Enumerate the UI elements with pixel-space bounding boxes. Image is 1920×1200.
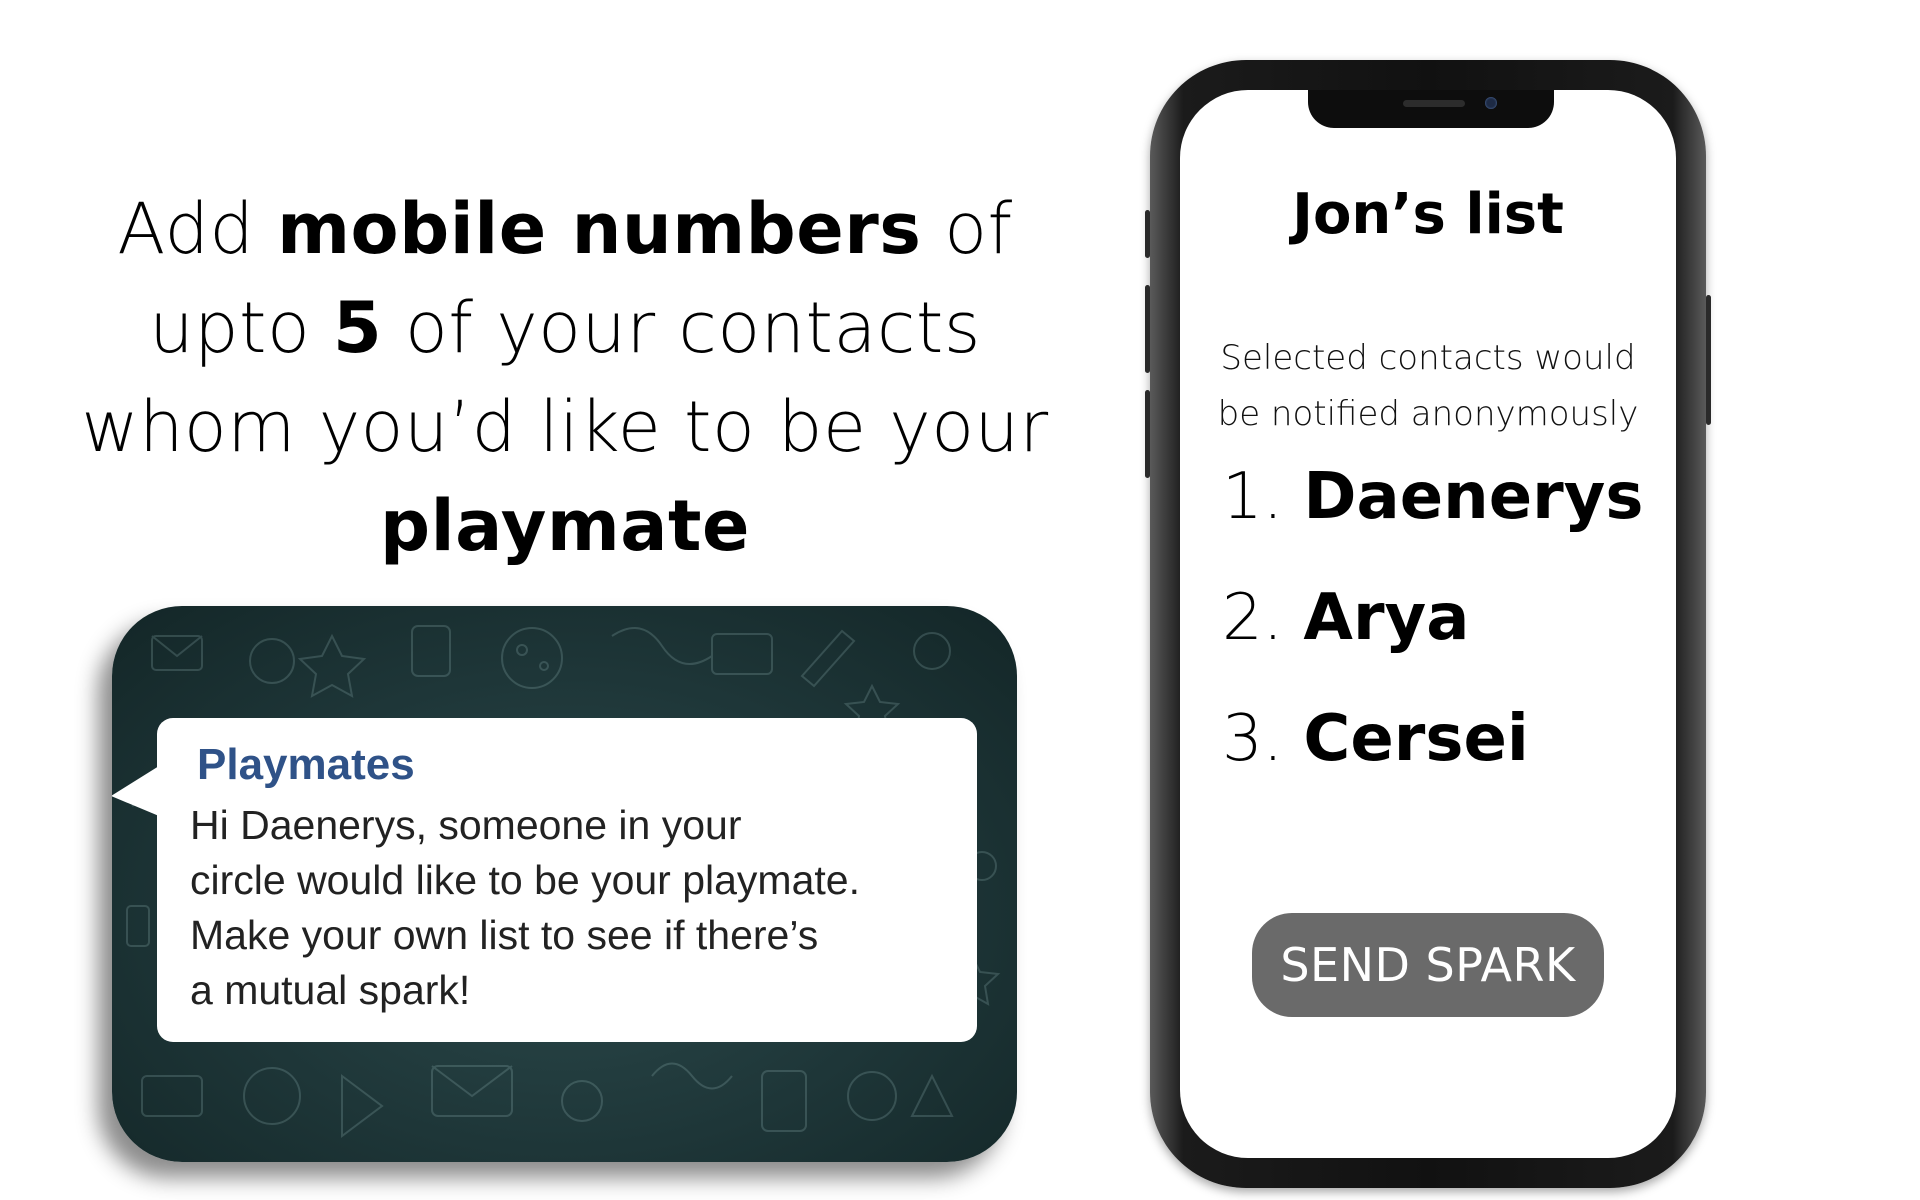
headline-emphasis-count: 5 — [333, 287, 383, 369]
contact-item[interactable]: 3. Cersei — [1222, 702, 1643, 823]
headline-emphasis-mobile-numbers: mobile numbers — [277, 188, 922, 270]
phone-mockup: Jon’s list Selected contacts would be no… — [1145, 60, 1711, 1188]
camera-icon — [1485, 97, 1497, 109]
notification-message: Hi Daenerys, someone in your circle woul… — [190, 798, 970, 1018]
notification-message-line: Hi Daenerys, someone in your — [190, 802, 742, 848]
contact-number: 2. — [1222, 581, 1304, 655]
phone-notch — [1308, 90, 1554, 128]
contact-name: Daenerys — [1303, 460, 1644, 534]
contact-item[interactable]: 1. Daenerys — [1222, 460, 1643, 581]
notification-app-name: Playmates — [197, 740, 415, 789]
notification-message-line: circle would like to be your playmate. — [190, 857, 860, 903]
list-title: Jon’s list — [1292, 182, 1564, 247]
send-spark-button[interactable]: SEND SPARK — [1252, 913, 1604, 1017]
headline-emphasis-playmate: playmate — [380, 485, 750, 567]
speaker-icon — [1403, 100, 1465, 107]
contact-list: 1. Daenerys 2. Arya 3. Cersei — [1222, 460, 1643, 823]
notification-message-line: Make your own list to see if there’s — [190, 912, 819, 958]
contact-name: Cersei — [1303, 702, 1529, 776]
headline-line-2: upto 5 of your contacts — [149, 287, 981, 369]
phone-volume-up-button — [1145, 285, 1150, 373]
phone-silent-switch — [1145, 210, 1150, 258]
notification-card: Playmates Hi Daenerys, someone in your c… — [112, 606, 1017, 1162]
contact-number: 3. — [1222, 702, 1304, 776]
bubble-tail — [112, 766, 159, 816]
headline-line-3: whom you’d like to be your — [81, 386, 1049, 468]
contact-name: Arya — [1303, 581, 1470, 655]
contact-item[interactable]: 2. Arya — [1222, 581, 1643, 702]
list-subtitle: Selected contacts would be notified anon… — [1217, 338, 1639, 434]
phone-volume-down-button — [1145, 390, 1150, 478]
headline: Add mobile numbers of upto 5 of your con… — [70, 180, 1060, 576]
phone-screen: Jon’s list Selected contacts would be no… — [1180, 90, 1676, 1158]
contact-number: 1. — [1222, 460, 1304, 534]
notification-message-line: a mutual spark! — [190, 967, 471, 1013]
headline-line-1: Add mobile numbers of — [117, 188, 1013, 270]
headline-line-4: playmate — [70, 477, 1060, 576]
notification-bubble[interactable]: Playmates Hi Daenerys, someone in your c… — [112, 718, 977, 1042]
phone-power-button — [1706, 295, 1711, 425]
